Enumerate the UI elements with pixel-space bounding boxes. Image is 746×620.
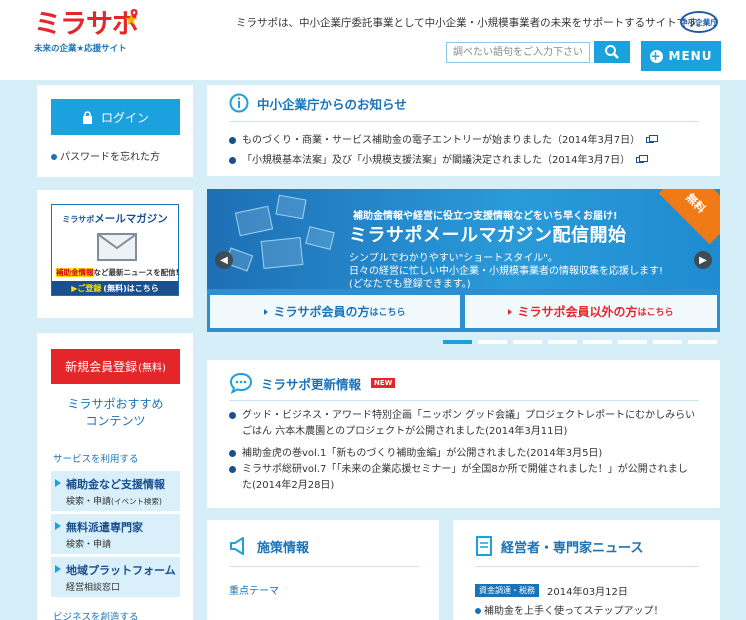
nonmember-mailmag-button[interactable]: ミラサポ会員以外の方 はこちら xyxy=(465,295,717,328)
speech-bubble-icon xyxy=(229,372,253,394)
service-subsidy-search[interactable]: 補助金など支援情報 検索・申請(イベント検索) xyxy=(51,471,180,511)
lock-icon xyxy=(82,110,92,124)
mailmag-register-label: ▶ご登録 (無料) はこちら xyxy=(52,281,178,295)
search-icon xyxy=(605,45,619,59)
carousel-pagination xyxy=(443,340,717,344)
carousel-dot[interactable] xyxy=(688,340,717,344)
mailmag-note: 補助金情報など最新ニュースを配信! xyxy=(56,268,180,277)
bullet-icon xyxy=(51,154,57,160)
category-tag: 資金調達・税務 xyxy=(475,584,539,597)
carousel-dot[interactable] xyxy=(653,340,682,344)
divider xyxy=(229,566,419,567)
policy-heading: 施策情報 xyxy=(229,536,309,556)
register-panel: 新規会員登録 (無料) ミラサポおすすめ コンテンツ サービスを利用する 補助金な… xyxy=(37,333,193,620)
site-header: ミラサポ ★ 未来の企業★応援サイト ミラサポは、中小企業庁委託事業として中小企… xyxy=(0,0,746,80)
logo-star-icon: ★ xyxy=(124,10,139,29)
bullet-icon xyxy=(229,411,236,419)
carousel-next-button[interactable]: ▶ xyxy=(694,251,712,269)
mailmag-carousel[interactable]: 補助金情報や経営に役立つ支援情報などをいち早くお届け! ミラサポメールマガジン配… xyxy=(207,189,720,332)
carousel-prev-button[interactable]: ◀ xyxy=(215,251,233,269)
expert-news-panel: 経営者・専門家ニュース 資金調達・税務 2014年03月12日 補助金を上手く使… xyxy=(453,520,720,620)
info-icon xyxy=(229,93,249,113)
bullet-icon xyxy=(229,136,236,144)
carousel-dot[interactable] xyxy=(513,340,542,344)
chevron-right-icon: ▶ xyxy=(699,254,707,266)
plus-icon: + xyxy=(649,48,663,63)
expert-news-heading: 経営者・専門家ニュース xyxy=(475,536,643,556)
notice-panel: 中小企業庁からのお知らせ ものづくり・商業・サービス補助金の電子エントリーが始ま… xyxy=(207,85,720,176)
bullet-icon xyxy=(229,449,236,457)
document-icon xyxy=(476,536,492,556)
mailmag-banner-title: ミラサポメールマガジン xyxy=(62,213,168,225)
register-button[interactable]: 新規会員登録 (無料) xyxy=(51,349,180,384)
update-item[interactable]: 補助金虎の巻vol.1「新ものづくり補助金編」が公開されました(2014年3月5… xyxy=(229,444,602,459)
carousel-subtitle: 補助金情報や経営に役立つ支援情報などをいち早くお届け! xyxy=(353,211,618,222)
envelope-icon xyxy=(260,236,304,270)
arrow-right-icon xyxy=(264,308,269,315)
updates-panel: ミラサポ更新情報 NEW グッド・ビジネス・アワード特別企画「ニッポン グッド会… xyxy=(207,360,720,508)
ministry-logo[interactable]: 中小企業庁 xyxy=(680,11,718,33)
carousel-dot[interactable] xyxy=(478,340,507,344)
notice-item[interactable]: 「小規模基本法案」及び「小規模支援法案」が閣議決定されました（2014年3月7日… xyxy=(229,151,649,166)
carousel-dot[interactable] xyxy=(583,340,612,344)
update-item[interactable]: グッド・ビジネス・アワード特別企画「ニッポン グッド会議」プロジェクトレポートに… xyxy=(229,408,695,440)
expert-news-item[interactable]: 補助金を上手く使ってステップアップ！ xyxy=(475,602,664,617)
mailmag-banner[interactable]: ミラサポメールマガジン 補助金情報など最新ニュースを配信! ▶ご登録 (無料) はこ… xyxy=(51,204,179,296)
carousel-title: ミラサポメールマガジン配信開始 xyxy=(349,225,627,246)
arrow-right-icon xyxy=(55,522,61,530)
external-link-icon xyxy=(636,155,649,163)
notice-item[interactable]: ものづくり・商業・サービス補助金の電子エントリーが始まりました（2014年3月7… xyxy=(229,131,659,146)
policy-panel: 施策情報 重点テーマ xyxy=(207,520,439,620)
site-tagline: ミラサポは、中小企業庁委託事業として中小企業・小規模事業者の未来をサポートするサ… xyxy=(236,17,708,29)
search-button[interactable] xyxy=(594,41,630,63)
external-link-icon xyxy=(646,135,659,143)
login-label: ログイン xyxy=(100,110,149,125)
carousel-description: (どなたでも登録できます。) xyxy=(349,279,471,290)
forgot-password-label: パスワードを忘れた方 xyxy=(60,152,160,163)
updates-heading: ミラサポ更新情報 NEW xyxy=(229,372,396,394)
news-date: 2014年03月12日 xyxy=(547,587,628,598)
arrow-right-icon xyxy=(55,479,61,487)
create-business-heading: ビジネスを創造する xyxy=(53,612,139,620)
arrow-right-icon xyxy=(508,308,513,315)
login-button[interactable]: ログイン xyxy=(51,99,180,135)
carousel-dot[interactable] xyxy=(548,340,577,344)
envelope-icon xyxy=(97,233,137,261)
arrow-right-icon xyxy=(55,565,61,573)
chevron-left-icon: ◀ xyxy=(220,254,228,266)
megaphone-icon xyxy=(230,537,244,555)
forgot-password-link[interactable]: パスワードを忘れた方 xyxy=(51,148,160,163)
bullet-icon xyxy=(475,608,481,614)
member-mailmag-button[interactable]: ミラサポ会員の方 はこちら xyxy=(210,295,460,328)
update-item[interactable]: ミラサポ総研vol.7「「未来の企業応援セミナー」が全国8か所で開催されました！… xyxy=(229,462,688,494)
bullet-icon xyxy=(229,156,236,164)
carousel-dot[interactable] xyxy=(443,340,472,344)
menu-button[interactable]: + MENU xyxy=(641,41,721,71)
site-logo[interactable]: ミラサポ ★ 未来の企業★応援サイト xyxy=(34,10,144,70)
bullet-icon xyxy=(229,465,236,473)
divider xyxy=(229,121,699,122)
focus-theme-label: 重点テーマ xyxy=(229,586,279,597)
search-input[interactable] xyxy=(446,42,590,63)
service-expert-dispatch[interactable]: 無料派遣専門家 検索・申請 xyxy=(51,514,180,554)
login-panel: ログイン パスワードを忘れた方 xyxy=(37,85,193,177)
services-heading: サービスを利用する xyxy=(53,454,139,465)
carousel-dot[interactable] xyxy=(618,340,647,344)
service-regional-platform[interactable]: 地域プラットフォーム 経営相談窓口 xyxy=(51,557,180,597)
divider xyxy=(229,400,699,401)
menu-label: MENU xyxy=(668,49,713,63)
notice-heading: 中小企業庁からのお知らせ xyxy=(229,93,407,113)
divider xyxy=(475,566,699,567)
new-badge: NEW xyxy=(371,378,396,388)
mailmag-panel: ミラサポメールマガジン 補助金情報など最新ニュースを配信! ▶ご登録 (無料) はこ… xyxy=(37,190,193,318)
logo-subtitle: 未来の企業★応援サイト xyxy=(34,44,127,54)
recommended-content-link[interactable]: ミラサポおすすめ コンテンツ xyxy=(51,396,180,430)
